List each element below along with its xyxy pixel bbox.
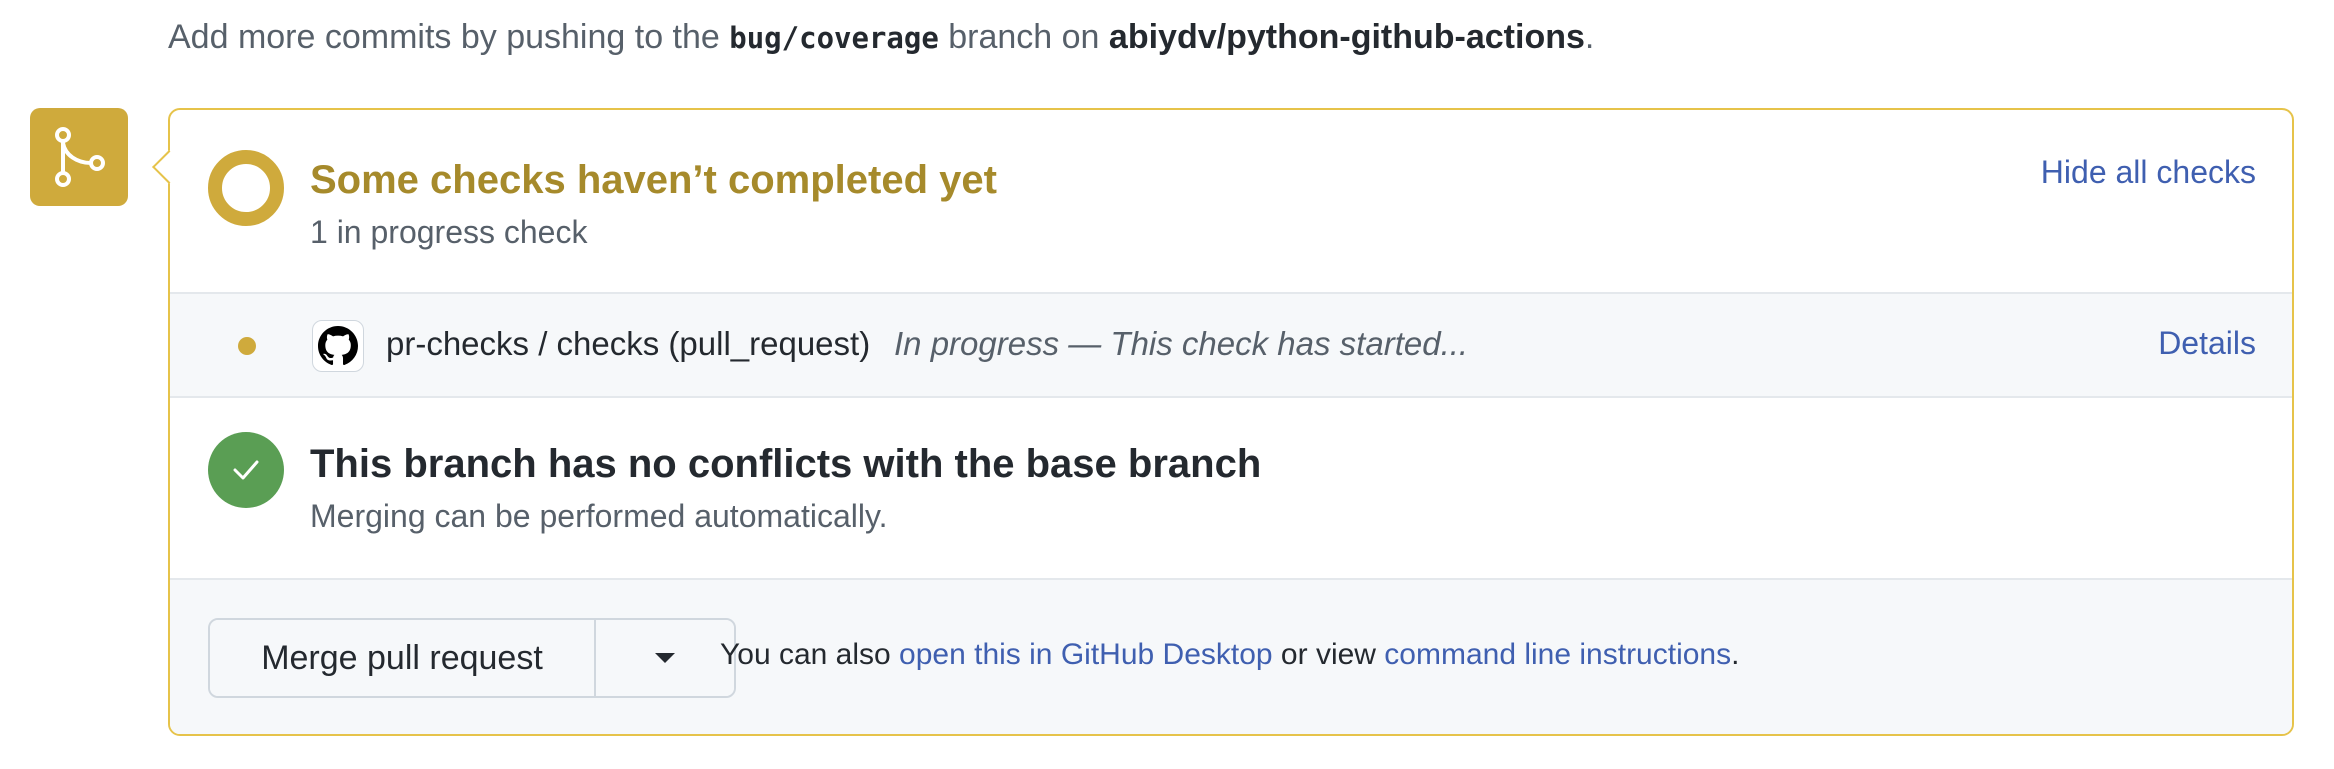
conflicts-summary: This branch has no conflicts with the ba… xyxy=(170,398,2292,578)
also-suffix: . xyxy=(1731,638,1740,671)
github-icon xyxy=(312,320,364,372)
check-name: pr-checks / checks (pull_request) xyxy=(386,325,871,362)
push-middle: branch on xyxy=(938,18,1109,56)
pending-ring-icon xyxy=(208,150,284,226)
triangle-down-icon xyxy=(655,653,675,663)
merge-pull-request-button[interactable]: Merge pull request xyxy=(210,620,596,696)
check-status: In progress — This check has started... xyxy=(894,325,1469,362)
push-instructions: Add more commits by pushing to the bug/c… xyxy=(168,18,1594,57)
git-merge-icon xyxy=(30,108,128,206)
checks-title: Some checks haven’t completed yet xyxy=(310,158,997,202)
open-in-desktop-link[interactable]: open this in GitHub Desktop xyxy=(899,638,1273,671)
also-prefix: You can also xyxy=(720,638,900,671)
push-suffix: . xyxy=(1584,18,1595,56)
push-prefix: Add more commits by pushing to the xyxy=(168,18,730,56)
merge-method-dropdown[interactable] xyxy=(596,620,734,696)
repo-name: abiydv/python-github-actions xyxy=(1108,18,1585,56)
also-middle: or view xyxy=(1272,638,1385,671)
conflicts-title: This branch has no conflicts with the ba… xyxy=(310,442,1262,486)
merge-button-group: Merge pull request xyxy=(208,618,736,698)
check-details-link[interactable]: Details xyxy=(2158,325,2256,362)
conflicts-subtitle: Merging can be performed automatically. xyxy=(310,498,888,534)
in-progress-dot-icon xyxy=(238,337,256,355)
merge-actions: Merge pull request You can also open thi… xyxy=(170,578,2292,734)
branch-name: bug/coverage xyxy=(729,21,939,55)
check-icon xyxy=(208,432,284,508)
hide-all-checks-link[interactable]: Hide all checks xyxy=(2041,154,2256,191)
merge-box: Some checks haven’t completed yet 1 in p… xyxy=(152,108,2294,736)
checks-subtitle: 1 in progress check xyxy=(310,214,588,250)
command-line-instructions-link[interactable]: command line instructions xyxy=(1384,638,1731,671)
checks-summary: Some checks haven’t completed yet 1 in p… xyxy=(170,110,2292,292)
check-row: pr-checks / checks (pull_request) In pro… xyxy=(170,292,2292,398)
alternative-actions: You can also open this in GitHub Desktop… xyxy=(720,638,1739,672)
